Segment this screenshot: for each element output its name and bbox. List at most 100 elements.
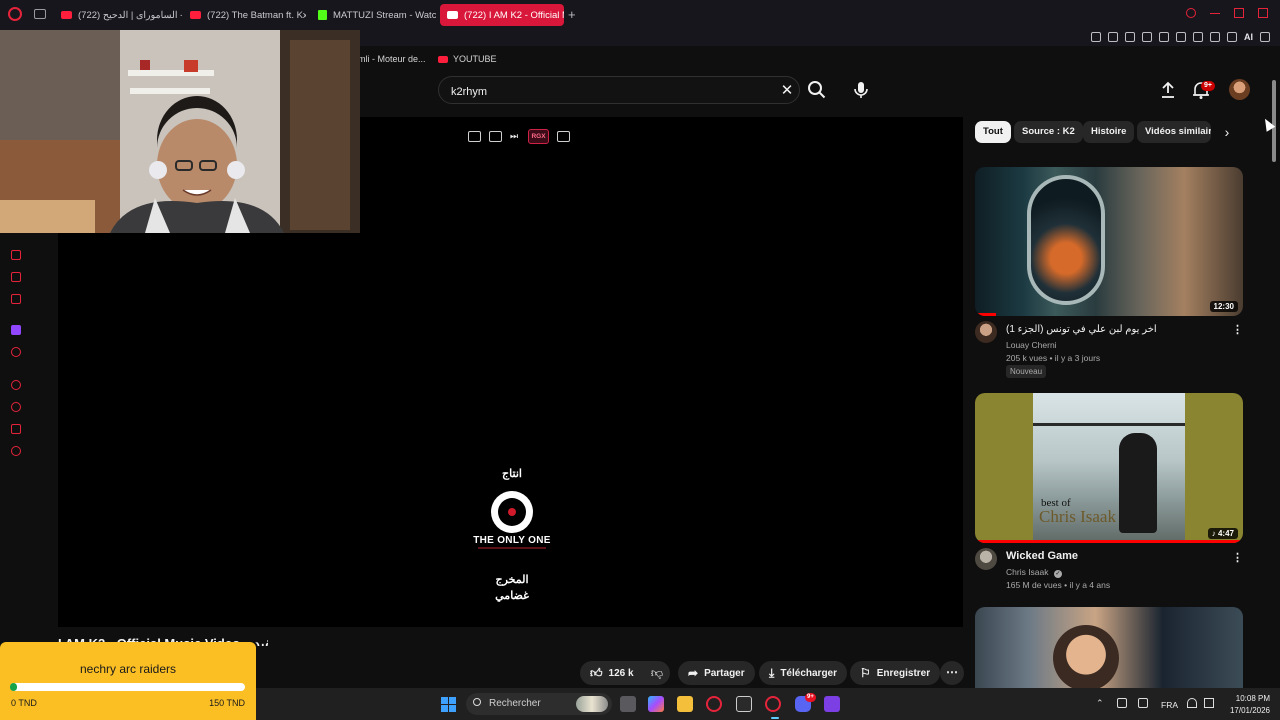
sidebar-music-icon[interactable] (11, 347, 21, 357)
recommendation-channel[interactable]: Chris Isaak ✓ (1006, 567, 1062, 578)
snapshot-icon[interactable] (1108, 32, 1118, 42)
new-tab-button[interactable]: + (568, 8, 576, 21)
copilot-icon[interactable] (648, 696, 664, 712)
heart-icon[interactable] (1176, 32, 1186, 42)
bookmark-item[interactable]: YOUTUBE (438, 54, 497, 64)
browser-tab-active[interactable]: (722) I AM K2 - Official Mu... (440, 4, 564, 26)
theater-icon[interactable] (557, 131, 570, 142)
search-input[interactable] (449, 83, 753, 101)
recommendation-title[interactable]: Wicked Game (1006, 550, 1078, 562)
thumbnail-bridge (1033, 423, 1185, 426)
share-icon: ➦ (688, 666, 699, 680)
maximize-button[interactable] (1234, 8, 1244, 18)
kebab-menu-icon[interactable]: ⋮ (1232, 551, 1243, 564)
language-indicator[interactable]: FRA (1161, 700, 1178, 710)
page-scrollbar[interactable] (1270, 72, 1278, 688)
thumbnail-silhouette (1119, 433, 1157, 533)
sync-icon[interactable] (1117, 698, 1127, 708)
tab-overview-icon[interactable] (34, 9, 46, 19)
video-credit-director-label: المخرج (495, 574, 529, 586)
chip-history[interactable]: Histoire (1083, 121, 1135, 143)
sidebar-player-icon[interactable] (11, 380, 21, 390)
browser-tab[interactable]: (722) السامورای | الدحیح - ... (54, 4, 182, 26)
start-tile (449, 697, 456, 704)
extensions-icon[interactable] (1193, 32, 1203, 42)
chip-source[interactable]: Source : K2 (1014, 121, 1083, 143)
channel-avatar[interactable] (975, 548, 997, 570)
sidebar-twitch-icon[interactable] (11, 325, 21, 335)
wallet-icon[interactable] (1210, 32, 1220, 42)
browser-sidebar (0, 235, 34, 635)
chevron-right-icon[interactable]: › (1218, 123, 1236, 141)
bookmark-item[interactable]: mli - Moteur de... (358, 54, 426, 64)
wifi-icon[interactable] (1187, 698, 1197, 708)
windows-start-icon[interactable] (441, 697, 456, 712)
sidebar-gift-icon[interactable] (11, 250, 21, 260)
avatar[interactable] (1229, 79, 1250, 100)
volume-icon[interactable] (1204, 698, 1214, 708)
minimize-button[interactable] (1210, 8, 1220, 14)
pin-icon[interactable] (1091, 32, 1101, 42)
task-view-icon[interactable] (620, 696, 636, 712)
search-tabs-icon[interactable] (1186, 8, 1196, 18)
browser-tab[interactable]: (722) The Batman ft. KxllS... (183, 4, 306, 26)
recommendation-channel[interactable]: Louay Cherni (1006, 340, 1057, 350)
vpn-icon[interactable] (1125, 32, 1135, 42)
thumbs-up-icon: 👍︎ (590, 665, 603, 680)
store-icon[interactable] (736, 696, 752, 712)
close-window-button[interactable] (1258, 8, 1268, 18)
chevron-up-icon[interactable]: ⌃ (1096, 698, 1106, 708)
next-icon[interactable]: ⏭ (510, 131, 520, 142)
upload-button[interactable] (1158, 80, 1178, 100)
video-thumbnail[interactable]: best of Chris Isaak ♪ 4:47 (975, 393, 1243, 543)
share-button[interactable]: ➦ Partager (678, 661, 755, 685)
webcam-overlay (0, 30, 360, 233)
donation-goal-widget: nechry arc raiders (0, 642, 256, 720)
taskbar-search[interactable]: Rechercher (466, 693, 612, 715)
opera-taskbar-icon[interactable] (706, 696, 722, 712)
video-thumbnail[interactable] (975, 607, 1243, 688)
chip-similar[interactable]: Vidéos similaires (1137, 121, 1211, 143)
voice-search-button[interactable] (848, 77, 874, 103)
like-button[interactable]: 👍︎ 126 k (580, 661, 644, 685)
dislike-button[interactable]: 👎︎ (644, 661, 670, 685)
clock-time[interactable]: 10:08 PM (1222, 694, 1270, 703)
opera-logo-icon[interactable] (8, 7, 22, 21)
search-button[interactable] (805, 79, 829, 101)
aria-ai-button[interactable]: AI (1244, 32, 1253, 42)
save-button[interactable]: ⚐ Enregistrer (850, 661, 941, 685)
clear-search-button[interactable]: ✕ (779, 83, 795, 99)
sidebar-messenger-icon[interactable] (11, 272, 21, 282)
thumbnail-window-art (1027, 175, 1105, 305)
watch-progress-bar (975, 540, 1241, 543)
kick-favicon-icon (318, 10, 327, 20)
video-thumbnail[interactable]: 12:30 (975, 167, 1243, 316)
menu-icon[interactable] (1260, 32, 1270, 42)
microphone-icon[interactable] (1138, 698, 1148, 708)
chip-all[interactable]: Tout (975, 121, 1011, 143)
sidebar-extensions-icon[interactable] (11, 424, 21, 434)
clock-date[interactable]: 17/01/2026 (1222, 706, 1270, 715)
rgx-button[interactable]: RGX (528, 129, 549, 144)
thumbnail-text-large: Chris Isaak (1039, 507, 1116, 526)
player-icon[interactable] (1159, 32, 1169, 42)
video-credit-director-name: غضامي (495, 590, 529, 602)
app-grid-icon[interactable] (824, 696, 840, 712)
channel-avatar[interactable] (975, 321, 997, 343)
download-icon[interactable] (1227, 32, 1237, 42)
duration-text: 4:47 (1217, 529, 1234, 538)
sidebar-history-icon[interactable] (11, 402, 21, 412)
kebab-menu-icon[interactable]: ⋮ (1232, 323, 1243, 336)
shield-icon[interactable] (1142, 32, 1152, 42)
more-actions-button[interactable]: ⋯ (940, 661, 964, 685)
download-button[interactable]: ⤓ Télécharger (759, 661, 848, 685)
search-icon (473, 698, 481, 706)
browser-tab[interactable]: MATTUZI Stream - Watch... (311, 4, 436, 26)
popout-icon[interactable] (468, 131, 481, 142)
sidebar-settings-icon[interactable] (11, 446, 21, 456)
sidebar-media-icon[interactable] (11, 294, 21, 304)
opera-gx-taskbar-icon[interactable] (765, 696, 781, 719)
file-explorer-icon[interactable] (677, 696, 693, 712)
recommendation-title[interactable]: اخر يوم لبن علي في تونس (الجزء 1) (1006, 324, 1157, 335)
enter-icon[interactable] (489, 131, 502, 142)
